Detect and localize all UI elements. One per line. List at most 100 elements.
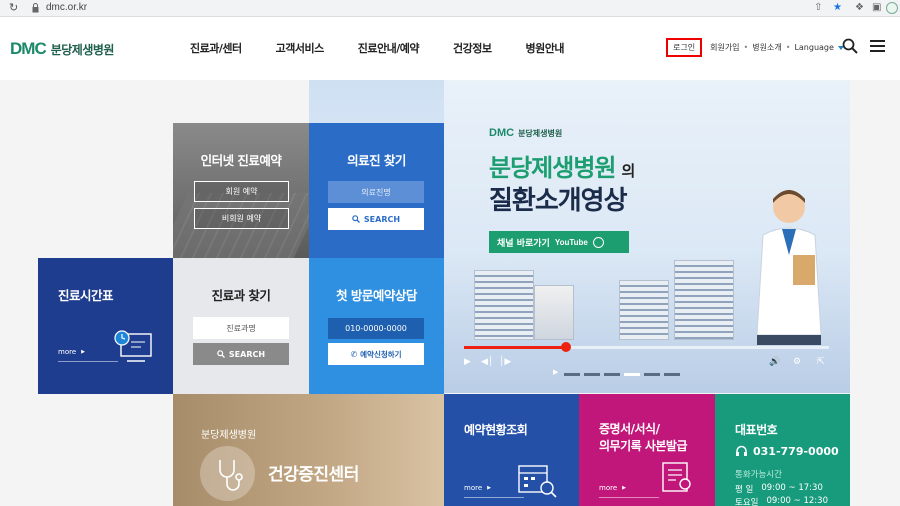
fullscreen-icon[interactable]: ⇱ [817,357,825,367]
settings-gear-icon[interactable]: ⚙ [793,357,801,367]
hospital-building-image [474,270,534,340]
hamburger-menu-icon[interactable] [870,40,885,52]
slide-play-icon[interactable]: ▶ [553,368,558,376]
reload-icon[interactable]: ↻ [9,1,18,14]
share-icon[interactable]: ⇧ [814,2,822,13]
clock-monitor-icon [114,330,152,362]
utility-links: 로그인 회원가입 • 병원소개 • Language [666,38,844,57]
phone-icon: ✆ [350,349,358,359]
divider [58,361,118,362]
headset-icon [736,445,747,456]
nav-departments[interactable]: 진료과/센터 [190,40,242,56]
find-doctor-tile: 의료진 찾기 의료진명 SEARCH [309,123,444,258]
hospital-building-image [619,280,669,340]
reservation-request-button[interactable]: ✆ 예약신청하기 [328,343,424,365]
doctor-search-label: SEARCH [363,214,401,224]
browser-toolbar: ↻ dmc.or.kr ⇧ ★ ❖ ▣ [0,0,900,17]
doctor-name-input[interactable]: 의료진명 [328,181,424,203]
nonmember-reservation-button[interactable]: 비회원 예약 [194,208,289,229]
nav-customer-service[interactable]: 고객서비스 [276,40,325,56]
member-reservation-button[interactable]: 회원 예약 [194,181,289,202]
more-label: more [464,484,483,492]
schedule-more-link[interactable]: more ▶ [58,348,85,356]
divider [599,497,659,498]
logo-name: 분당제생병원 [50,42,115,57]
department-search-button[interactable]: SEARCH [193,343,289,365]
find-doctor-title: 의료진 찾기 [347,153,406,168]
sidepanel-icon[interactable]: ▣ [872,2,881,13]
find-department-title: 진료과 찾기 [211,288,271,303]
representative-number-tile: 대표번호 031-779-0000 통화가능시간 평 일 09:00 ~ 17:… [715,394,850,506]
slide-indicator[interactable] [624,373,640,376]
department-name-input[interactable]: 진료과명 [193,317,289,339]
play-circle-icon [592,236,604,248]
representative-title: 대표번호 [735,423,778,437]
video-title-line2: 질환소개영상 [489,186,628,216]
certificate-tile[interactable]: 증명서/서식/ 의무기록 사본발급 more ▶ [579,394,715,506]
chevron-right-icon: ▶ [487,485,491,491]
hospital-intro-link[interactable]: 병원소개 [752,42,781,53]
separator-dot: • [743,43,749,52]
document-certificate-icon [662,462,691,492]
slide-indicator[interactable] [584,373,600,376]
slide-indicator[interactable] [664,373,680,376]
first-visit-title: 첫 방문예약상담 [336,288,417,303]
extensions-icon[interactable]: ❖ [855,2,864,13]
schedule-tile[interactable]: 진료시간표 more ▶ [38,258,173,394]
next-icon[interactable]: │▶ [499,357,511,367]
certificate-title-line1: 증명서/서식/ [599,422,660,436]
reservation-status-title: 예약현황조회 [464,423,528,437]
login-link[interactable]: 로그인 [666,38,703,57]
nav-health-info[interactable]: 건강정보 [453,40,492,56]
bookmark-star-icon[interactable]: ★ [833,2,842,13]
health-center-title: 건강증진센터 [268,465,359,485]
video-progress-fill [464,346,566,349]
site-logo[interactable]: DMC 분당제생병원 [10,39,114,59]
more-label: more [58,348,77,356]
youtube-logo: YouTube [554,237,588,247]
certificate-more-link[interactable]: more ▶ [599,484,626,492]
weekday-hours-row: 평 일 09:00 ~ 17:30 [735,483,823,495]
saturday-label: 토요일 [735,498,759,506]
youtube-channel-button[interactable]: 채널 바로가기 YouTube [489,231,629,253]
search-icon[interactable] [842,38,858,54]
chevron-right-icon: ▶ [622,485,626,491]
play-icon[interactable]: ▶ [464,357,471,367]
hospital-building-image [534,285,574,340]
nav-hospital-info[interactable]: 병원안내 [525,40,564,56]
slide-indicator[interactable] [644,373,660,376]
call-hours-title: 통화가능시간 [735,470,782,480]
saturday-hours-row: 토요일 09:00 ~ 12:30 [735,496,828,506]
saturday-hours: 09:00 ~ 12:30 [766,496,828,506]
reservation-status-tile[interactable]: 예약현황조회 more ▶ [444,394,579,506]
previous-icon[interactable]: ◀│ [481,357,493,367]
reservation-more-link[interactable]: more ▶ [464,484,491,492]
video-progress-bar[interactable] [464,342,829,352]
video-logo-name: 분당제생병원 [518,128,563,138]
slide-indicator[interactable] [564,373,580,376]
hospital-building-image [674,260,734,340]
representative-phone[interactable]: 031-779-0000 [735,445,839,458]
video-progress-handle[interactable] [561,342,571,352]
video-title-hospital: 분당제생병원 [489,154,616,182]
health-center-tile[interactable]: 분당제생병원 건강증진센터 [173,394,444,506]
search-icon [352,215,360,223]
doctor-search-button[interactable]: SEARCH [328,208,424,230]
logo-mark: DMC [10,39,47,58]
more-label: more [599,484,618,492]
nav-appointment-guide[interactable]: 진료안내/예약 [358,40,420,56]
search-icon [217,350,225,358]
video-title-suffix: 의 [621,162,635,180]
first-visit-phone: 010-0000-0000 [328,318,424,339]
schedule-title: 진료시간표 [58,288,114,303]
weekday-label: 평 일 [735,485,754,495]
address-bar[interactable]: dmc.or.kr [46,2,87,13]
weekday-hours: 09:00 ~ 17:30 [761,483,823,493]
profile-avatar[interactable] [886,2,898,14]
join-link[interactable]: 회원가입 [710,42,739,53]
online-reservation-tile: 인터넷 진료예약 회원 예약 비회원 예약 [173,123,309,258]
slide-indicator[interactable] [604,373,620,376]
volume-icon[interactable]: 🔊 [769,357,780,367]
slide-indicators [564,373,680,376]
language-select[interactable]: Language [794,43,844,52]
